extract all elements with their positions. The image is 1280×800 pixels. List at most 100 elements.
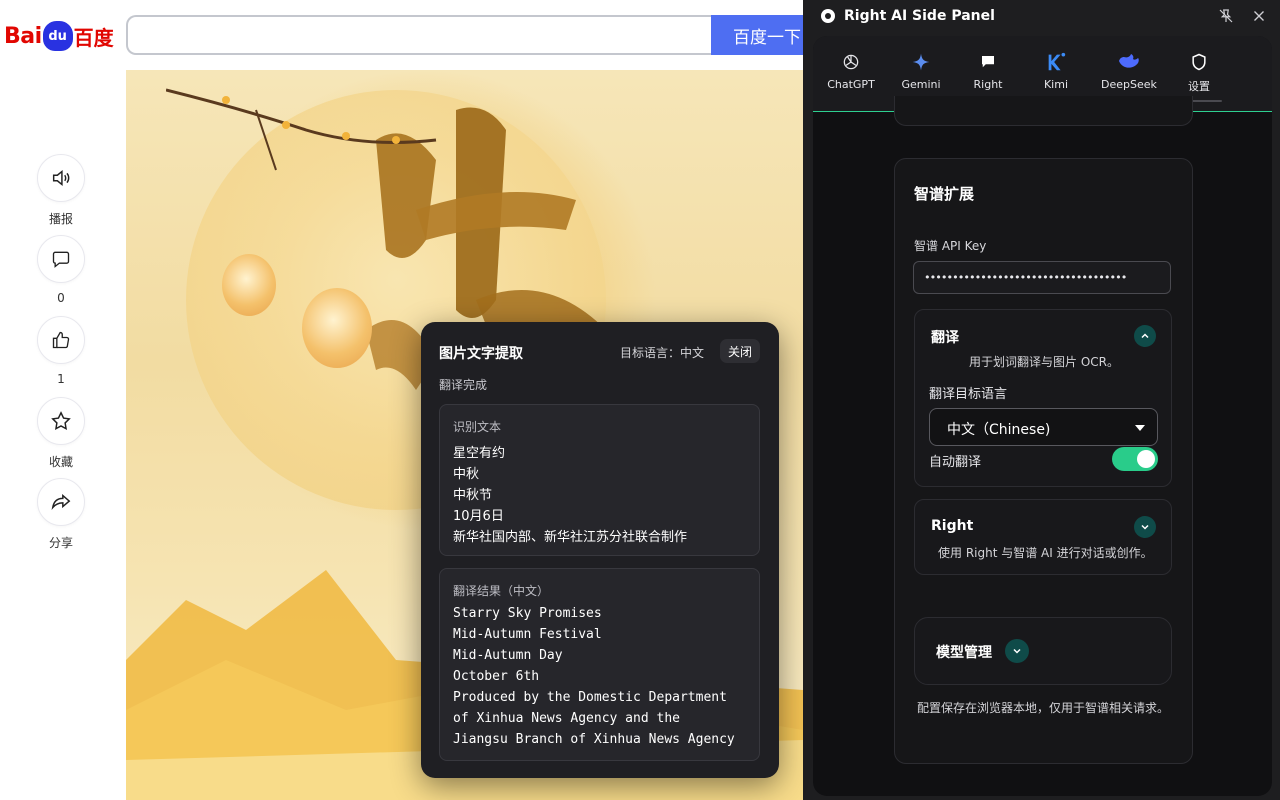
- auto-translate-toggle[interactable]: [1112, 447, 1158, 471]
- chevron-up-icon: [1141, 333, 1149, 339]
- translation-line: Produced by the Domestic Department: [453, 690, 727, 705]
- gemini-icon: [912, 53, 930, 71]
- target-language-label: 翻译目标语言: [929, 387, 1008, 402]
- like-circle[interactable]: [37, 316, 85, 364]
- comment-count: 0: [57, 291, 65, 305]
- shield-icon: [1192, 53, 1206, 71]
- unpin-icon[interactable]: [1217, 7, 1235, 25]
- translate-desc: 用于划词翻译与图片 OCR。: [969, 355, 1119, 369]
- translation-line: of Xinhua News Agency and the: [453, 711, 680, 726]
- search-button[interactable]: 百度一下: [711, 15, 803, 55]
- baidu-logo[interactable]: Bai du 百度: [4, 18, 114, 54]
- tab-settings-label: 设置: [1188, 80, 1210, 93]
- zhipu-section-title: 智谱扩展: [914, 185, 975, 203]
- share-button[interactable]: 分享: [37, 478, 85, 551]
- previous-settings-card: [894, 96, 1193, 126]
- tab-deepseek[interactable]: DeepSeek: [1097, 50, 1161, 91]
- right-card-desc: 使用 Right 与智谱 AI 进行对话或创作。: [938, 546, 1153, 560]
- speaker-icon: [52, 170, 70, 186]
- ocr-status-text: 翻译完成: [439, 378, 488, 392]
- model-management-expand-button[interactable]: [1005, 639, 1029, 663]
- recognized-line: 星空有约: [453, 446, 506, 461]
- tab-right[interactable]: Right: [956, 50, 1020, 91]
- comment-circle[interactable]: [37, 235, 85, 283]
- ocr-target-language: 目标语言：中文: [620, 346, 705, 360]
- broadcast-circle[interactable]: [37, 154, 85, 202]
- ocr-popup-title: 图片文字提取: [439, 346, 523, 362]
- recognized-line: 10月6日: [453, 509, 504, 524]
- translate-collapse-button[interactable]: [1134, 325, 1156, 347]
- favorite-label: 收藏: [48, 455, 73, 469]
- logo-text-du: du: [48, 28, 67, 44]
- translation-box: 翻译结果（中文） Starry Sky Promises Mid-Autumn …: [439, 568, 760, 761]
- kimi-icon: [1048, 52, 1066, 71]
- favorite-circle[interactable]: [37, 397, 85, 445]
- comment-button[interactable]: 0: [37, 235, 85, 305]
- lantern-illustration: [222, 254, 276, 316]
- translation-line: Mid-Autumn Festival: [453, 627, 602, 642]
- deepseek-icon: [1119, 54, 1139, 68]
- target-language-select[interactable]: 中文（Chinese): [929, 408, 1158, 446]
- share-circle[interactable]: [37, 478, 85, 526]
- recognized-text-header: 识别文本: [453, 420, 502, 434]
- ocr-popup: 图片文字提取 目标语言：中文 关闭 翻译完成 识别文本 星空有约 中秋 中秋节 …: [421, 322, 779, 778]
- panel-content: ChatGPT Gemini Right Kimi DeepSeek 设置 智谱…: [813, 36, 1272, 796]
- favorite-button[interactable]: 收藏: [37, 397, 85, 470]
- tab-gemini-label: Gemini: [901, 78, 941, 91]
- close-icon[interactable]: [1250, 7, 1268, 25]
- api-key-input[interactable]: [913, 261, 1171, 294]
- model-management-title: 模型管理: [936, 645, 992, 661]
- chatgpt-icon: [843, 54, 859, 70]
- zhipu-extension-card: 智谱扩展 智谱 API Key 翻译 用于划词翻译与图片 OCR。 翻译目标语言…: [894, 158, 1193, 764]
- logo-text-baidu: 百度: [73, 25, 114, 50]
- recognized-line: 新华社国内部、新华社江苏分社联合制作: [453, 530, 688, 545]
- tab-right-label: Right: [973, 78, 1003, 91]
- tab-gemini[interactable]: Gemini: [889, 50, 953, 91]
- tab-chatgpt-label: ChatGPT: [827, 78, 875, 91]
- broadcast-button[interactable]: 播报: [37, 154, 85, 227]
- broadcast-label: 播报: [48, 212, 73, 226]
- share-label: 分享: [48, 536, 73, 550]
- api-key-label: 智谱 API Key: [914, 239, 987, 253]
- app-logo-icon: [821, 9, 835, 23]
- thumbs-up-icon: [52, 331, 70, 349]
- like-count: 1: [57, 372, 65, 386]
- translate-title: 翻译: [931, 330, 959, 346]
- ocr-close-button[interactable]: 关闭: [720, 339, 760, 363]
- target-language-value: 中文（Chinese): [947, 422, 1051, 438]
- branch-illustration: [166, 88, 437, 171]
- right-card-title: Right: [931, 518, 974, 534]
- settings-footer-note: 配置保存在浏览器本地，仅用于智谱相关请求。: [917, 701, 1170, 715]
- right-expand-button[interactable]: [1134, 516, 1156, 538]
- toggle-knob: [1137, 450, 1155, 468]
- tab-chatgpt[interactable]: ChatGPT: [819, 50, 883, 91]
- translation-line: Jiangsu Branch of Xinhua News Agency: [453, 732, 735, 747]
- comment-icon: [52, 251, 70, 268]
- like-button[interactable]: 1: [37, 316, 85, 386]
- translate-card: 翻译 用于划词翻译与图片 OCR。 翻译目标语言 中文（Chinese) 自动翻…: [914, 309, 1172, 487]
- star-icon: [51, 411, 71, 430]
- baidu-header: Bai du 百度 百度一下: [0, 0, 803, 70]
- dropdown-caret-icon: [1135, 425, 1145, 431]
- model-management-card[interactable]: 模型管理: [914, 617, 1172, 685]
- recognized-line: 中秋节: [453, 488, 493, 503]
- recognized-line: 中秋: [453, 467, 480, 482]
- search-input[interactable]: [126, 15, 716, 55]
- translation-line: Mid-Autumn Day: [453, 648, 563, 663]
- tab-kimi-label: Kimi: [1043, 78, 1069, 91]
- recognized-text-box: 识别文本 星空有约 中秋 中秋节 10月6日 新华社国内部、新华社江苏分社联合制…: [439, 404, 760, 556]
- logo-text-bai: Bai: [4, 23, 42, 49]
- translation-header: 翻译结果（中文）: [453, 584, 550, 598]
- right-ai-side-panel: Right AI Side Panel ChatGPT Gemini Right…: [803, 0, 1280, 800]
- tab-settings[interactable]: 设置: [1167, 50, 1231, 94]
- tab-kimi[interactable]: Kimi: [1024, 50, 1088, 91]
- auto-translate-label: 自动翻译: [929, 455, 982, 470]
- panel-title: Right AI Side Panel: [844, 8, 995, 24]
- chat-bubble-icon: [982, 56, 994, 68]
- translation-line: October 6th: [453, 669, 540, 684]
- lantern-illustration: [302, 288, 372, 368]
- panel-titlebar: Right AI Side Panel: [803, 0, 1280, 32]
- chevron-down-icon: [1013, 648, 1021, 654]
- share-icon: [51, 493, 71, 510]
- paw-logo-icon: du: [42, 21, 73, 51]
